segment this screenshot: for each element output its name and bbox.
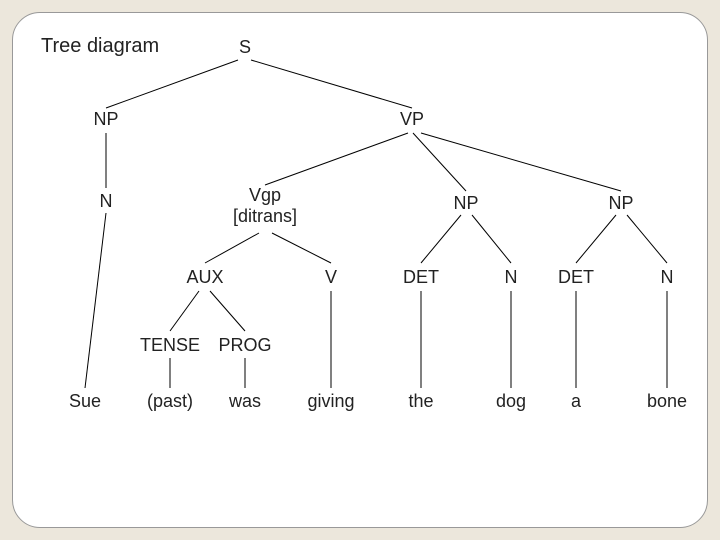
node-n-obj2: N (661, 267, 674, 288)
node-tense: TENSE (140, 335, 200, 356)
terminal-was: was (229, 391, 261, 412)
node-det2: DET (558, 267, 594, 288)
node-vp: VP (400, 109, 424, 130)
terminal-past: (past) (147, 391, 193, 412)
node-aux: AUX (186, 267, 223, 288)
terminal-a: a (571, 391, 581, 412)
node-np-subj: NP (93, 109, 118, 130)
tree-edges (13, 13, 709, 529)
node-s: S (239, 37, 251, 58)
terminal-the: the (408, 391, 433, 412)
node-v: V (325, 267, 337, 288)
diagram-card: Tree diagram (12, 12, 708, 528)
terminal-dog: dog (496, 391, 526, 412)
terminal-giving: giving (307, 391, 354, 412)
node-np-obj2: NP (608, 193, 633, 214)
node-np-obj1: NP (453, 193, 478, 214)
node-prog: PROG (218, 335, 271, 356)
terminal-bone: bone (647, 391, 687, 412)
node-det1: DET (403, 267, 439, 288)
terminal-sue: Sue (69, 391, 101, 412)
node-vgp: Vgp [ditrans] (233, 185, 297, 226)
node-n-obj1: N (505, 267, 518, 288)
node-n-subj: N (100, 191, 113, 212)
